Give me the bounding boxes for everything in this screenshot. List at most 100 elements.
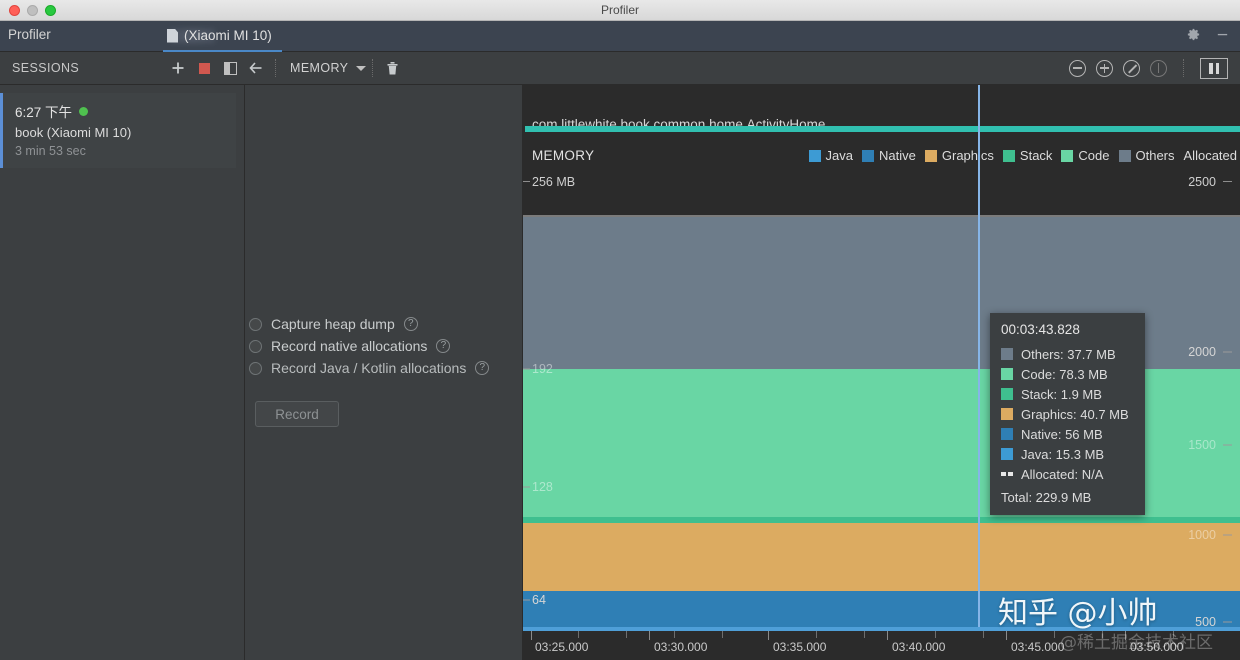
sessions-panel: 6:27 下午 book (Xiaomi MI 10) 3 min 53 sec <box>0 85 245 660</box>
help-icon-native-allocations[interactable]: ? <box>436 339 450 353</box>
session-time: 6:27 下午 <box>15 101 72 121</box>
ytick-left-64 <box>523 600 530 601</box>
memory-header: MEMORY Java Native Graphics Stack <box>523 132 1240 216</box>
profiler-tabstrip: Profiler (Xiaomi MI 10) <box>0 21 1240 52</box>
stage-selector-label[interactable]: MEMORY <box>282 61 356 75</box>
time-tick <box>1006 631 1007 640</box>
ylabel-right-1500: 1500 <box>1188 438 1216 452</box>
tooltip-row-java: Java: 15.3 MB <box>1001 444 1134 464</box>
pause-button[interactable] <box>1200 58 1228 79</box>
legend-swatch-others <box>1119 150 1131 162</box>
ytick-right-2000 <box>1223 352 1232 353</box>
radio-icon-heap-dump[interactable] <box>249 318 262 331</box>
legend-label-graphics: Graphics <box>942 148 994 163</box>
session-list-item[interactable]: 6:27 下午 book (Xiaomi MI 10) 3 min 53 sec <box>0 93 236 168</box>
option-label-java-allocations: Record Java / Kotlin allocations <box>271 360 466 376</box>
legend-label-stack: Stack <box>1020 148 1053 163</box>
axis-label-left-top: 256 MB <box>532 175 575 189</box>
back-button[interactable] <box>243 55 269 81</box>
legend-label-allocated: Allocated <box>1184 148 1237 163</box>
session-time-row: 6:27 下午 <box>15 101 226 121</box>
tooltip-swatch-java <box>1001 448 1013 460</box>
window-titlebar: Profiler <box>0 0 1240 21</box>
profiler-window: Profiler Profiler (Xiaomi MI 10) SESSION… <box>0 0 1240 660</box>
axis-tick-left-top <box>523 181 530 182</box>
band-graphics <box>523 523 1240 591</box>
add-session-button[interactable] <box>165 55 191 81</box>
tooltip-label-allocated: Allocated: N/A <box>1021 467 1103 482</box>
legend-item-native[interactable]: Native <box>862 148 916 163</box>
help-icon-heap-dump[interactable]: ? <box>404 317 418 331</box>
legend-item-graphics[interactable]: Graphics <box>925 148 994 163</box>
session-app-name: book (Xiaomi MI 10) <box>15 125 226 140</box>
stop-square-icon <box>199 63 210 74</box>
tooltip-row-graphics: Graphics: 40.7 MB <box>1001 404 1134 424</box>
ylabel-left-64: 64 <box>532 593 546 607</box>
sessions-header-label: SESSIONS <box>0 61 165 75</box>
pause-bar-right <box>1216 63 1220 74</box>
tooltip-swatch-others <box>1001 348 1013 360</box>
ylabel-right-2000: 2000 <box>1188 345 1216 359</box>
gear-icon[interactable] <box>1186 27 1201 45</box>
reset-zoom-icon[interactable] <box>1123 60 1140 77</box>
legend-item-code[interactable]: Code <box>1061 148 1109 163</box>
time-tick <box>722 631 723 638</box>
tooltip-total: Total: 229.9 MB <box>1001 490 1134 505</box>
legend-item-stack[interactable]: Stack <box>1003 148 1053 163</box>
toggle-sessions-pane-button[interactable] <box>217 55 243 81</box>
radio-icon-java-allocations[interactable] <box>249 362 262 375</box>
time-tick <box>983 631 984 638</box>
minimize-icon[interactable] <box>1215 27 1230 45</box>
watermark-secondary: @稀土掘金技术社区 <box>1060 628 1213 653</box>
time-tick <box>1054 631 1055 638</box>
file-icon <box>167 29 178 43</box>
radio-icon-native-allocations[interactable] <box>249 340 262 353</box>
help-icon-java-allocations[interactable]: ? <box>475 361 489 375</box>
tooltip-swatch-code <box>1001 368 1013 380</box>
zoom-in-icon[interactable] <box>1096 60 1113 77</box>
session-active-indicator-icon <box>79 107 88 116</box>
pause-bar-left <box>1209 63 1213 74</box>
legend-item-allocated[interactable]: Allocated <box>1184 148 1237 163</box>
option-record-java-kotlin-allocations[interactable]: Record Java / Kotlin allocations ? <box>245 357 523 379</box>
tab-device-label: (Xiaomi MI 10) <box>184 28 272 43</box>
ytick-right-1500 <box>1223 445 1232 446</box>
ylabel-left-192: 192 <box>532 362 553 376</box>
tab-device[interactable]: (Xiaomi MI 10) <box>163 21 282 52</box>
tooltip-row-allocated: Allocated: N/A <box>1001 464 1134 484</box>
activity-event-row: com.littlewhite.book.common.home.Activit… <box>523 85 1240 132</box>
zoom-out-icon[interactable] <box>1069 60 1086 77</box>
legend-label-java: Java <box>826 148 853 163</box>
time-label: 03:40.000 <box>892 640 945 654</box>
tooltip-swatch-graphics <box>1001 408 1013 420</box>
session-duration: 3 min 53 sec <box>15 144 226 158</box>
tabstrip-actions <box>1186 27 1230 45</box>
option-record-native-allocations[interactable]: Record native allocations ? <box>245 335 523 357</box>
time-tick <box>816 631 817 638</box>
time-tick <box>531 631 532 640</box>
attach-to-live-icon[interactable] <box>1150 60 1167 77</box>
legend-swatch-graphics <box>925 150 937 162</box>
toolbar-divider-2 <box>372 59 373 77</box>
ytick-right-500 <box>1223 622 1232 623</box>
time-tick <box>626 631 627 638</box>
dashed-line-icon <box>1001 472 1013 476</box>
memory-title: MEMORY <box>532 148 594 163</box>
tooltip-timestamp: 00:03:43.828 <box>1001 322 1134 337</box>
tooltip-row-others: Others: 37.7 MB <box>1001 344 1134 364</box>
memory-legend: Java Native Graphics Stack Code <box>809 148 1237 163</box>
time-tick <box>887 631 888 640</box>
legend-item-java[interactable]: Java <box>809 148 853 163</box>
tooltip-label-code: Code: 78.3 MB <box>1021 367 1108 382</box>
option-capture-heap-dump[interactable]: Capture heap dump ? <box>245 313 523 335</box>
chevron-down-icon[interactable] <box>356 66 366 71</box>
delete-session-button[interactable] <box>379 55 405 81</box>
time-cursor-line[interactable] <box>978 85 980 630</box>
capture-options-list: Capture heap dump ? Record native alloca… <box>245 313 523 427</box>
legend-item-others[interactable]: Others <box>1119 148 1175 163</box>
time-tick <box>935 631 936 638</box>
record-button[interactable]: Record <box>255 401 339 427</box>
toolbar-divider <box>275 59 276 77</box>
ylabel-right-1000: 1000 <box>1188 528 1216 542</box>
stop-recording-button[interactable] <box>191 55 217 81</box>
